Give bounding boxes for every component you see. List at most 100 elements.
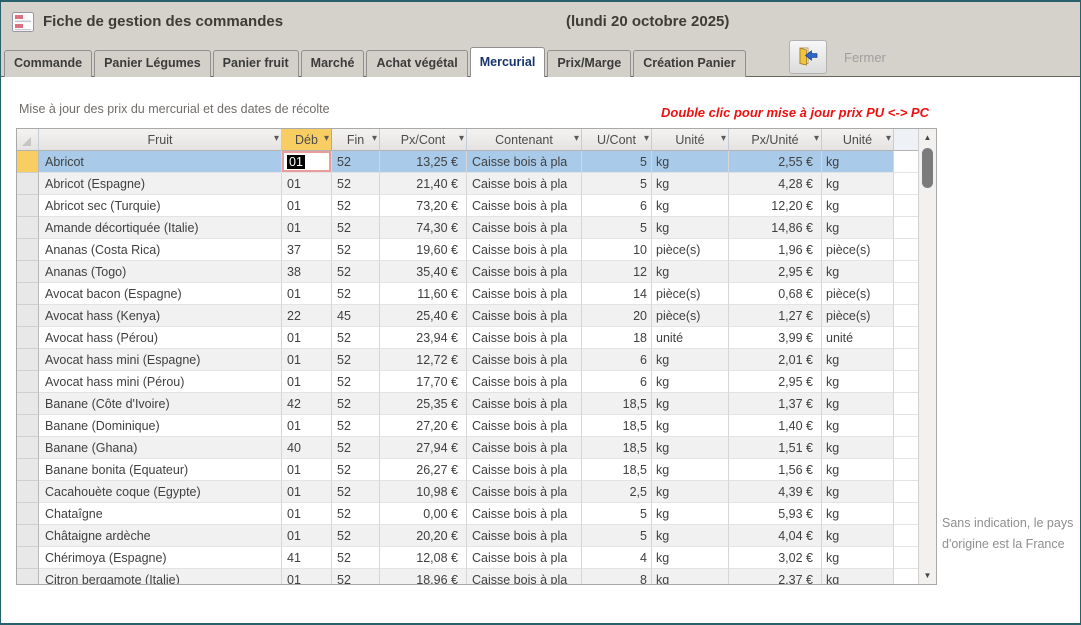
cell-fruit[interactable]: Chérimoya (Espagne) [39, 547, 282, 569]
cell-px-cont[interactable]: 25,35 € [380, 393, 467, 415]
row-selector[interactable] [17, 525, 39, 547]
cell-contenant[interactable]: Caisse bois à pla [467, 305, 582, 327]
column-header-fruit[interactable]: Fruit▾ [39, 129, 282, 151]
cell-unite-2[interactable]: kg [822, 173, 894, 195]
tab-panier-fruit[interactable]: Panier fruit [213, 50, 299, 77]
cell-unite-2[interactable]: kg [822, 151, 894, 173]
cell-u-cont[interactable]: 6 [582, 349, 652, 371]
cell-unite[interactable]: pièce(s) [652, 305, 729, 327]
cell-fin[interactable]: 52 [332, 195, 380, 217]
cell-unite[interactable]: kg [652, 459, 729, 481]
row-selector[interactable] [17, 239, 39, 261]
cell-deb[interactable]: 37 [282, 239, 332, 261]
cell-u-cont[interactable]: 20 [582, 305, 652, 327]
scroll-down-icon[interactable]: ▼ [919, 567, 936, 584]
table-row[interactable]: Ananas (Costa Rica)375219,60 €Caisse boi… [17, 239, 918, 261]
cell-unite[interactable]: kg [652, 415, 729, 437]
cell-contenant[interactable]: Caisse bois à pla [467, 547, 582, 569]
cell-fin[interactable]: 52 [332, 239, 380, 261]
row-selector[interactable] [17, 503, 39, 525]
current-row-selector[interactable] [17, 151, 39, 173]
dropdown-arrow-icon[interactable]: ▾ [574, 133, 579, 145]
cell-px-cont[interactable]: 73,20 € [380, 195, 467, 217]
cell-contenant[interactable]: Caisse bois à pla [467, 327, 582, 349]
row-selector[interactable] [17, 327, 39, 349]
scroll-up-icon[interactable]: ▲ [919, 129, 936, 146]
cell-u-cont[interactable]: 5 [582, 525, 652, 547]
dropdown-arrow-icon[interactable]: ▾ [721, 133, 726, 145]
cell-u-cont[interactable]: 10 [582, 239, 652, 261]
cell-deb[interactable]: 01 [282, 503, 332, 525]
cell-deb[interactable]: 01 [282, 371, 332, 393]
column-header-px-unite[interactable]: Px/Unité▾ [729, 129, 822, 151]
cell-contenant[interactable]: Caisse bois à pla [467, 195, 582, 217]
cell-px-cont[interactable]: 27,94 € [380, 437, 467, 459]
cell-px-unite[interactable]: 14,86 € [729, 217, 822, 239]
cell-unite[interactable]: kg [652, 371, 729, 393]
cell-u-cont[interactable]: 18 [582, 327, 652, 349]
cell-fin[interactable]: 52 [332, 393, 380, 415]
cell-contenant[interactable]: Caisse bois à pla [467, 173, 582, 195]
cell-unite-2[interactable]: kg [822, 195, 894, 217]
cell-u-cont[interactable]: 5 [582, 503, 652, 525]
cell-px-cont[interactable]: 17,70 € [380, 371, 467, 393]
cell-fruit[interactable]: Avocat hass (Kenya) [39, 305, 282, 327]
table-row[interactable]: Avocat hass mini (Espagne)015212,72 €Cai… [17, 349, 918, 371]
table-row[interactable]: Banane bonita (Equateur)015226,27 €Caiss… [17, 459, 918, 481]
row-selector[interactable] [17, 393, 39, 415]
cell-contenant[interactable]: Caisse bois à pla [467, 525, 582, 547]
dropdown-arrow-icon[interactable]: ▾ [814, 133, 819, 145]
cell-px-unite[interactable]: 3,99 € [729, 327, 822, 349]
cell-px-unite[interactable]: 1,51 € [729, 437, 822, 459]
cell-u-cont[interactable]: 5 [582, 173, 652, 195]
row-selector[interactable] [17, 415, 39, 437]
cell-deb[interactable]: 41 [282, 547, 332, 569]
cell-unite[interactable]: kg [652, 569, 729, 584]
cell-unite-2[interactable]: kg [822, 481, 894, 503]
cell-unite-2[interactable]: kg [822, 393, 894, 415]
cell-px-unite[interactable]: 5,93 € [729, 503, 822, 525]
cell-fruit[interactable]: Abricot (Espagne) [39, 173, 282, 195]
cell-deb[interactable]: 01 [282, 569, 332, 584]
column-header-u-cont[interactable]: U/Cont▾ [582, 129, 652, 151]
table-row[interactable]: Avocat bacon (Espagne)015211,60 €Caisse … [17, 283, 918, 305]
cell-fruit[interactable]: Abricot [39, 151, 282, 173]
cell-deb[interactable]: 01 [282, 349, 332, 371]
cell-unite-2[interactable]: kg [822, 459, 894, 481]
cell-fruit[interactable]: Avocat hass mini (Pérou) [39, 371, 282, 393]
cell-contenant[interactable]: Caisse bois à pla [467, 217, 582, 239]
cell-unite-2[interactable]: pièce(s) [822, 283, 894, 305]
cell-unite[interactable]: kg [652, 195, 729, 217]
table-row[interactable]: Avocat hass (Pérou)015223,94 €Caisse boi… [17, 327, 918, 349]
table-row[interactable]: Châtaigne ardèche015220,20 €Caisse bois … [17, 525, 918, 547]
column-header-px-cont[interactable]: Px/Cont▾ [380, 129, 467, 151]
cell-fin[interactable]: 52 [332, 547, 380, 569]
cell-deb[interactable]: 01 [282, 327, 332, 349]
tab-prix-marge[interactable]: Prix/Marge [547, 50, 631, 77]
column-header-deb[interactable]: Déb▾ [282, 129, 332, 151]
cell-contenant[interactable]: Caisse bois à pla [467, 349, 582, 371]
cell-px-unite[interactable]: 2,37 € [729, 569, 822, 584]
cell-px-cont[interactable]: 27,20 € [380, 415, 467, 437]
table-row[interactable]: Avocat hass mini (Pérou)015217,70 €Caiss… [17, 371, 918, 393]
cell-unite[interactable]: kg [652, 173, 729, 195]
cell-fruit[interactable]: Ananas (Costa Rica) [39, 239, 282, 261]
cell-deb[interactable]: 42 [282, 393, 332, 415]
cell-u-cont[interactable]: 18,5 [582, 393, 652, 415]
cell-fruit[interactable]: Avocat hass (Pérou) [39, 327, 282, 349]
table-row[interactable]: Abricot sec (Turquie)015273,20 €Caisse b… [17, 195, 918, 217]
cell-fin[interactable]: 52 [332, 437, 380, 459]
cell-unite[interactable]: kg [652, 393, 729, 415]
cell-deb[interactable]: 22 [282, 305, 332, 327]
cell-contenant[interactable]: Caisse bois à pla [467, 371, 582, 393]
cell-unite[interactable]: kg [652, 525, 729, 547]
tab-panier-legumes[interactable]: Panier Légumes [94, 50, 211, 77]
cell-contenant[interactable]: Caisse bois à pla [467, 151, 582, 173]
cell-px-unite[interactable]: 3,02 € [729, 547, 822, 569]
cell-u-cont[interactable]: 12 [582, 261, 652, 283]
table-row[interactable]: Banane (Ghana)405227,94 €Caisse bois à p… [17, 437, 918, 459]
cell-px-cont[interactable]: 23,94 € [380, 327, 467, 349]
cell-contenant[interactable]: Caisse bois à pla [467, 261, 582, 283]
cell-fin[interactable]: 52 [332, 217, 380, 239]
table-row[interactable]: Abricot (Espagne)015221,40 €Caisse bois … [17, 173, 918, 195]
